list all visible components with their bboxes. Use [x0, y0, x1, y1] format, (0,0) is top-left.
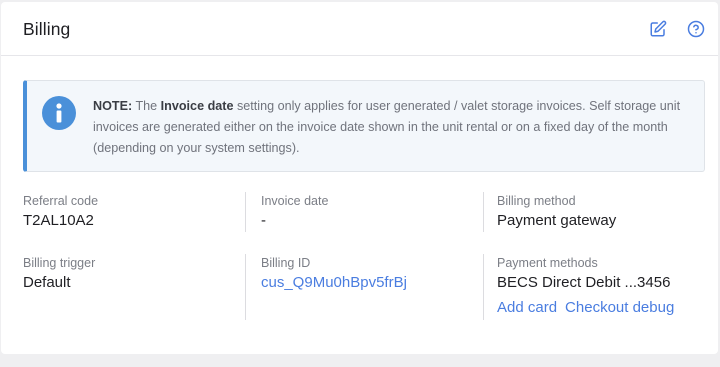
- field-value: Payment gateway: [497, 212, 617, 229]
- note-prefix: NOTE:: [93, 99, 133, 113]
- field-label: Referral code: [23, 194, 99, 208]
- help-icon[interactable]: [687, 20, 705, 38]
- payment-links: Add card Checkout debug: [497, 298, 713, 318]
- billing-trigger-field: Billing trigger Default: [23, 254, 245, 320]
- field-label: Invoice date: [261, 194, 329, 208]
- billing-id-field: Billing ID cus_Q9Mu0hBpv5frBj: [245, 254, 483, 320]
- note-text-1: The: [135, 99, 158, 113]
- field-value: T2AL10A2: [23, 212, 94, 229]
- field-value: Default: [23, 274, 71, 291]
- note-box: NOTE: The Invoice date setting only appl…: [23, 80, 705, 172]
- billing-method-field: Billing method Payment gateway: [483, 192, 713, 232]
- edit-icon[interactable]: [649, 20, 667, 38]
- note-bold-term: Invoice date: [160, 99, 234, 113]
- note-text: NOTE: The Invoice date setting only appl…: [93, 96, 698, 159]
- info-icon: [42, 96, 76, 130]
- billing-card: Billing NOTE: The Invoice date setting o…: [1, 2, 718, 354]
- field-label: Billing trigger: [23, 256, 96, 270]
- card-header: Billing: [1, 2, 718, 56]
- referral-code-field: Referral code T2AL10A2: [23, 192, 245, 232]
- add-card-link[interactable]: Add card: [497, 299, 557, 316]
- field-label: Billing ID: [261, 256, 311, 270]
- field-label: Billing method: [497, 194, 576, 208]
- field-value: -: [261, 212, 266, 229]
- payment-methods-field: Payment methods BECS Direct Debit ...345…: [483, 254, 713, 320]
- field-label: Payment methods: [497, 256, 598, 270]
- billing-id-link[interactable]: cus_Q9Mu0hBpv5frBj: [261, 273, 483, 293]
- invoice-date-field: Invoice date -: [245, 192, 483, 232]
- card-title: Billing: [23, 19, 71, 39]
- field-value: BECS Direct Debit ...3456: [497, 274, 671, 291]
- checkout-debug-link[interactable]: Checkout debug: [565, 299, 674, 316]
